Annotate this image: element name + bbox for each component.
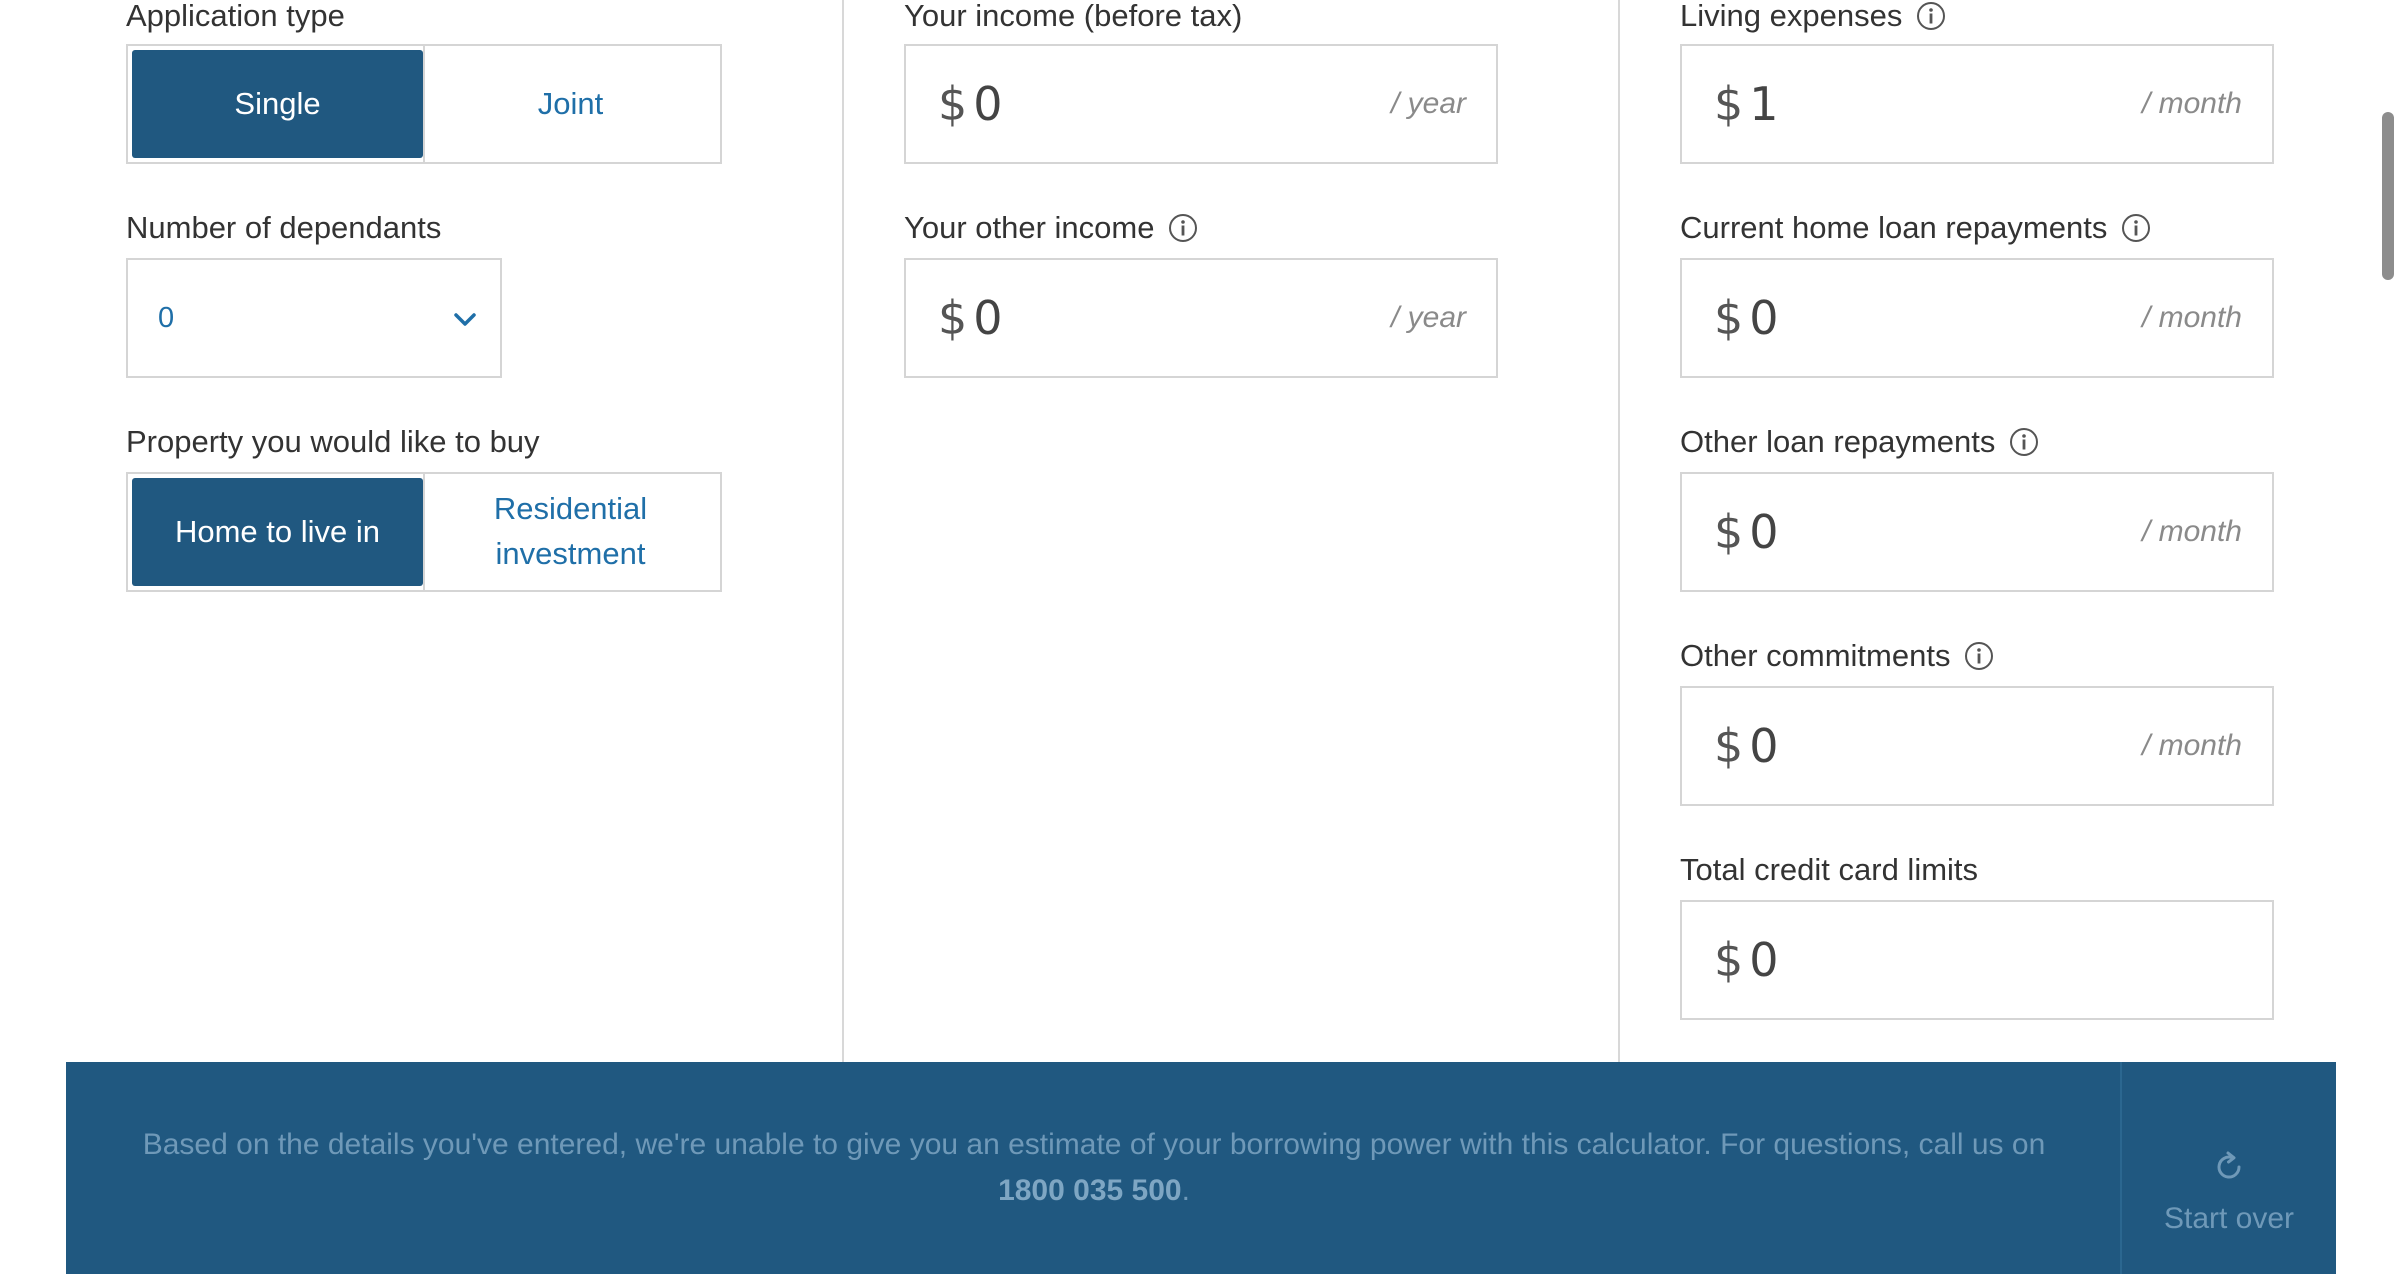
info-icon[interactable]	[2121, 213, 2151, 243]
living-expenses-unit: / month	[2141, 87, 2242, 120]
info-icon[interactable]	[1168, 213, 1198, 243]
other-income-label: Your other income	[904, 212, 1198, 243]
credit-card-value: 0	[1749, 933, 1779, 987]
property-investment-label-line2: investment	[495, 536, 646, 571]
home-loan-field[interactable]: $ 0 / month	[1680, 258, 2274, 378]
income-field[interactable]: $ 0 / year	[904, 44, 1498, 164]
home-loan-label: Current home loan repayments	[1680, 212, 2151, 243]
dependants-select-value: 0	[158, 301, 175, 334]
dependants-select[interactable]: 0	[126, 258, 502, 378]
result-message-text: Based on the details you've entered, we'…	[142, 1128, 2046, 1161]
home-loan-label-text: Current home loan repayments	[1680, 210, 2108, 245]
dependants-label: Number of dependants	[126, 212, 441, 243]
currency-symbol: $	[1714, 719, 1744, 773]
refresh-icon	[2212, 1150, 2246, 1202]
income-label: Your income (before tax)	[904, 0, 1242, 31]
application-type-label: Application type	[126, 0, 345, 31]
result-message-end: .	[1181, 1174, 1190, 1207]
commitments-unit: / month	[2141, 729, 2242, 762]
commitments-field[interactable]: $ 0 / month	[1680, 686, 2274, 806]
column-divider-left	[842, 0, 844, 1062]
info-icon[interactable]	[2009, 427, 2039, 457]
application-type-joint-button[interactable]: Joint	[425, 50, 716, 158]
home-loan-unit: / month	[2141, 301, 2242, 334]
currency-symbol: $	[938, 291, 968, 345]
currency-symbol: $	[1714, 77, 1744, 131]
other-income-unit: / year	[1390, 301, 1466, 334]
income-unit: / year	[1390, 87, 1466, 120]
property-investment-label-line1: Residential	[493, 491, 648, 527]
start-over-label: Start over	[2163, 1202, 2295, 1235]
currency-symbol: $	[1714, 933, 1744, 987]
dependants-label-text: Number of dependants	[126, 210, 442, 245]
application-type-label-text: Application type	[126, 0, 345, 33]
living-expenses-field[interactable]: $ 1 / month	[1680, 44, 2274, 164]
property-type-toggle: Home to live in Residential investment	[126, 472, 722, 592]
scrollbar-thumb[interactable]	[2382, 112, 2394, 280]
property-label-text: Property you would like to buy	[126, 424, 540, 459]
other-income-label-text: Your other income	[904, 210, 1155, 245]
other-income-field[interactable]: $ 0 / year	[904, 258, 1498, 378]
phone-number[interactable]: 1800 035 500	[998, 1174, 1182, 1207]
living-expenses-label-text: Living expenses	[1680, 0, 1903, 33]
info-icon[interactable]	[1916, 1, 1946, 31]
living-expenses-value: 1	[1749, 77, 1779, 131]
other-loan-unit: / month	[2141, 515, 2242, 548]
other-loan-label: Other loan repayments	[1680, 426, 2039, 457]
property-home-button[interactable]: Home to live in	[132, 478, 423, 586]
commitments-value: 0	[1749, 719, 1779, 773]
currency-symbol: $	[1714, 291, 1744, 345]
credit-card-label-text: Total credit card limits	[1680, 852, 1979, 887]
other-loan-label-text: Other loan repayments	[1680, 424, 1996, 459]
property-label: Property you would like to buy	[126, 426, 540, 457]
credit-card-field[interactable]: $ 0	[1680, 900, 2274, 1020]
application-type-single-button[interactable]: Single	[132, 50, 423, 158]
other-loan-field[interactable]: $ 0 / month	[1680, 472, 2274, 592]
living-expenses-label: Living expenses	[1680, 0, 1946, 31]
currency-symbol: $	[938, 77, 968, 131]
application-type-toggle: Single Joint	[126, 44, 722, 164]
result-banner: Based on the details you've entered, we'…	[66, 1062, 2336, 1274]
other-income-value: 0	[973, 291, 1003, 345]
info-icon[interactable]	[1964, 641, 1994, 671]
currency-symbol: $	[1714, 505, 1744, 559]
result-message: Based on the details you've entered, we'…	[66, 1122, 2122, 1214]
income-value: 0	[973, 77, 1003, 131]
commitments-label-text: Other commitments	[1680, 638, 1951, 673]
property-investment-button[interactable]: Residential investment	[425, 478, 716, 586]
credit-card-label: Total credit card limits	[1680, 854, 1978, 885]
income-label-text: Your income (before tax)	[904, 0, 1243, 33]
other-loan-value: 0	[1749, 505, 1779, 559]
chevron-down-icon	[454, 302, 476, 335]
start-over-button[interactable]: Start over	[2122, 1150, 2336, 1236]
home-loan-value: 0	[1749, 291, 1779, 345]
column-divider-right	[1618, 0, 1620, 1062]
commitments-label: Other commitments	[1680, 640, 1994, 671]
